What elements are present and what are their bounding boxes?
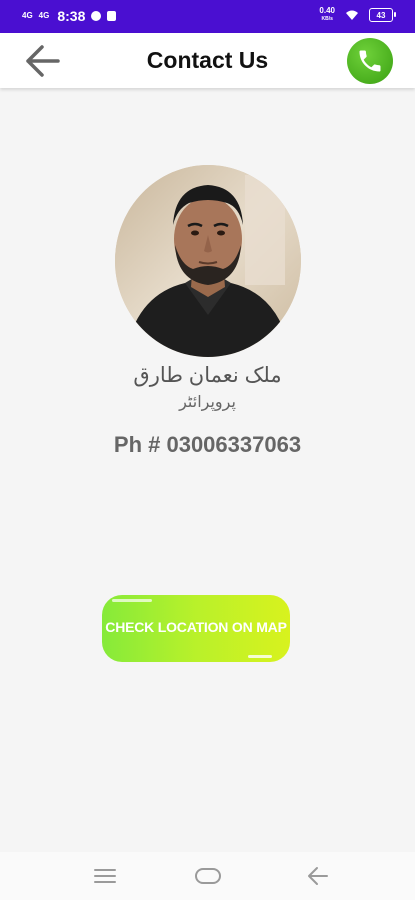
battery-icon: 43 xyxy=(369,8,396,22)
network-speed-unit: KB/s xyxy=(321,16,333,22)
nav-home-button[interactable] xyxy=(194,864,222,893)
app-bar: Contact Us xyxy=(0,33,415,88)
button-shine-top xyxy=(112,599,152,602)
battery-level: 43 xyxy=(376,10,386,20)
back-icon xyxy=(308,867,328,885)
phone-icon xyxy=(359,50,381,72)
status-time: 8:38 xyxy=(57,8,86,24)
system-nav-bar xyxy=(0,852,415,900)
check-location-button[interactable]: CHECK LOCATION ON MAP xyxy=(102,595,290,662)
status-bar: 4G 4G 8:38 0.40 KB/s 43 xyxy=(0,0,415,33)
contact-name: ملک نعمان طارق xyxy=(133,364,282,387)
profile-photo-image xyxy=(115,165,301,357)
profile-photo xyxy=(115,165,301,357)
signal-indicator-1: 4G xyxy=(22,11,33,20)
app-notification-icon xyxy=(107,11,117,21)
contact-role: پروپرائٹر xyxy=(179,394,236,411)
button-shine-bottom xyxy=(248,655,272,658)
call-button[interactable] xyxy=(347,38,393,84)
notification-icon xyxy=(91,11,102,21)
contact-phone[interactable]: Ph # 03006337063 xyxy=(0,432,415,458)
signal-indicator-2: 4G xyxy=(38,11,50,20)
nav-recents-button[interactable] xyxy=(93,864,117,893)
status-left: 4G 4G 8:38 xyxy=(22,8,117,24)
wifi-icon xyxy=(346,10,358,20)
network-speed: 0.40 KB/s xyxy=(319,6,335,24)
network-speed-value: 0.40 xyxy=(319,6,335,15)
check-location-label: CHECK LOCATION ON MAP xyxy=(105,619,287,635)
menu-icon xyxy=(94,869,116,883)
nav-back-button[interactable] xyxy=(305,864,329,893)
status-right: 0.40 KB/s 43 xyxy=(319,6,396,24)
home-icon xyxy=(195,868,221,884)
